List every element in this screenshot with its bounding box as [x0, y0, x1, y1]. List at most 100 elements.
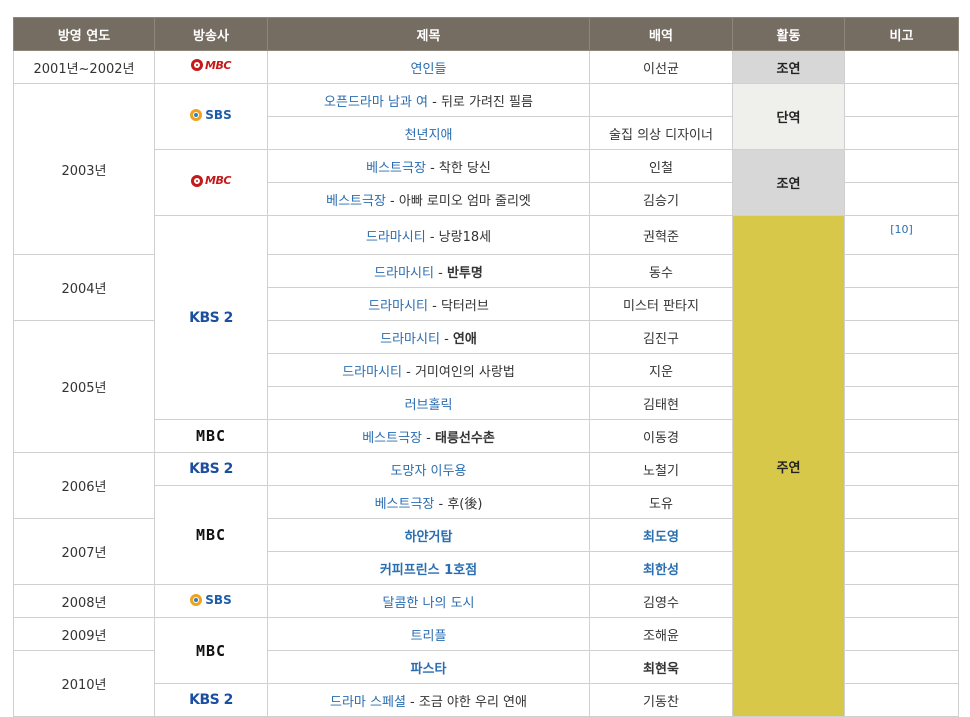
broadcaster-cell: KBS 2: [154, 683, 268, 717]
title-link[interactable]: 커피프린스 1호점: [380, 563, 477, 578]
footnote-link[interactable]: [10]: [890, 223, 913, 236]
title-link[interactable]: 오픈드라마 남과 여: [324, 95, 428, 110]
sbs-logo-text: SBS: [205, 592, 232, 607]
note-cell: [844, 182, 959, 216]
role-cell: 김태현: [589, 386, 733, 420]
title-link[interactable]: 트리플: [411, 629, 447, 644]
title-link[interactable]: 러브홀릭: [405, 398, 453, 413]
title-link[interactable]: 베스트극장: [366, 161, 426, 176]
title-cell: 하얀거탑: [267, 518, 590, 552]
header-role: 배역: [589, 17, 733, 51]
table-row: 2003년 SBS 오픈드라마 남과 여 - 뒤로 가려진 필름 단역: [13, 83, 959, 255]
header-row: 방영 연도 방송사 제목 배역 활동 비고: [13, 17, 959, 51]
title-cell: 도망자 이두용: [267, 452, 590, 486]
title-suffix: - 낭랑18세: [425, 229, 492, 245]
title-suffix-sep: -: [433, 265, 447, 281]
title-cell: 드라마시티 - 닥터러브: [267, 287, 590, 321]
title-suffix-bold: 반투명: [446, 265, 483, 281]
kbs2-logo: KBS 2: [189, 309, 233, 326]
role-link[interactable]: 최도영: [589, 518, 733, 552]
title-cell: 드라마시티 - 거미여인의 사랑법: [267, 353, 590, 387]
title-suffix: - 조금 야한 우리 연애: [405, 694, 527, 710]
title-suffix-bold: 태릉선수촌: [434, 430, 495, 446]
title-link[interactable]: 파스타: [411, 662, 447, 677]
sbs-logo: SBS: [190, 108, 232, 122]
title-link[interactable]: 드라마시티: [366, 230, 426, 245]
role-cell: 지운: [589, 353, 733, 387]
header-title: 제목: [267, 17, 590, 51]
broadcaster-cell: MBC: [154, 485, 268, 585]
note-cell: [844, 551, 959, 585]
note-cell: [844, 320, 959, 354]
title-suffix: - 뒤로 가려진 필름: [428, 94, 533, 110]
title-cell: 달콤한 나의 도시: [267, 584, 590, 618]
title-cell: 베스트극장 - 태릉선수촌: [267, 419, 590, 453]
filmography-table: 방영 연도 방송사 제목 배역 활동 비고 2001년~2002년 MBC 연인…: [13, 17, 959, 717]
broadcaster-cell: SBS: [154, 83, 268, 150]
broadcaster-cell: KBS 2: [154, 215, 268, 420]
broadcaster-cell: MBC: [154, 149, 268, 216]
broadcaster-cell: SBS: [154, 584, 268, 618]
title-cell: 파스타: [267, 650, 590, 684]
year-cell: 2009년: [13, 617, 155, 651]
title-link[interactable]: 드라마시티: [342, 365, 402, 380]
title-cell: 트리플: [267, 617, 590, 651]
title-link[interactable]: 도망자 이두용: [391, 464, 467, 479]
kbs2-logo: KBS 2: [189, 461, 233, 477]
year-cell: 2010년: [13, 650, 155, 717]
sbs-ring-icon: [190, 109, 203, 121]
table-row: MBC 베스트극장 - 착한 당신 인철 조연: [14, 149, 959, 216]
title-link[interactable]: 연인들: [411, 62, 447, 77]
title-link[interactable]: 베스트극장: [362, 431, 422, 446]
header-activity: 활동: [732, 17, 845, 51]
table-row: KBS 2 드라마시티 - 낭랑18세 권혁준 주연 [10]: [14, 215, 959, 717]
mbc-eye-icon: [191, 174, 204, 187]
note-cell: [844, 683, 959, 717]
title-suffix: - 착한 당신: [425, 160, 491, 176]
broadcaster-cell: KBS 2: [154, 452, 268, 486]
role-cell: 최현욱: [589, 650, 733, 684]
role-link[interactable]: 최한성: [589, 551, 733, 585]
role-cell: [589, 83, 733, 117]
title-suffix-sep: -: [439, 331, 453, 347]
activity-cell: 주연: [732, 215, 845, 717]
title-suffix: - 닥터러브: [428, 298, 489, 314]
title-cell: 베스트극장 - 착한 당신: [267, 149, 590, 183]
broadcaster-cell: MBC: [154, 50, 268, 84]
year-cell: 2001년~2002년: [13, 50, 155, 84]
year-cell: 2007년: [13, 518, 155, 585]
title-suffix: - 후(後): [434, 496, 483, 512]
year-cell: 2006년: [13, 452, 155, 519]
title-suffix: - 아빠 로미오 엄마 줄리엣: [385, 193, 531, 209]
note-cell: [844, 50, 959, 84]
title-cell: 오픈드라마 남과 여 - 뒤로 가려진 필름: [267, 83, 590, 117]
title-link[interactable]: 드라마 스페셜: [330, 695, 406, 710]
table-row: 2001년~2002년 MBC 연인들 이선균 조연: [13, 50, 959, 84]
title-cell: 드라마시티 - 낭랑18세: [267, 215, 590, 255]
activity-cell: 조연: [732, 149, 845, 216]
activity-cell: 단역: [732, 83, 845, 150]
role-cell: 동수: [589, 254, 733, 288]
title-suffix-bold: 연애: [452, 331, 477, 347]
header-note: 비고: [844, 17, 959, 51]
header-year: 방영 연도: [13, 17, 155, 51]
sbs-logo: SBS: [190, 592, 232, 607]
title-link[interactable]: 드라마시티: [380, 332, 440, 347]
role-cell: 노철기: [589, 452, 733, 486]
note-cell: [844, 650, 959, 684]
mbc-logo: MBC: [195, 526, 227, 544]
note-cell: [844, 386, 959, 420]
title-link[interactable]: 베스트극장: [375, 497, 435, 512]
role-cell: 기동찬: [589, 683, 733, 717]
role-cell: 술집 의상 디자이너: [589, 116, 733, 150]
title-link[interactable]: 드라마시티: [368, 299, 428, 314]
title-cell: 연인들: [267, 50, 590, 84]
title-link[interactable]: 천년지애: [405, 128, 453, 143]
role-cell: 이동경: [589, 419, 733, 453]
title-link[interactable]: 하얀거탑: [405, 530, 453, 545]
title-link[interactable]: 베스트극장: [326, 194, 386, 209]
title-link[interactable]: 드라마시티: [374, 266, 434, 281]
note-cell: [844, 584, 959, 618]
title-link[interactable]: 달콤한 나의 도시: [383, 596, 475, 611]
note-cell: [844, 149, 959, 183]
